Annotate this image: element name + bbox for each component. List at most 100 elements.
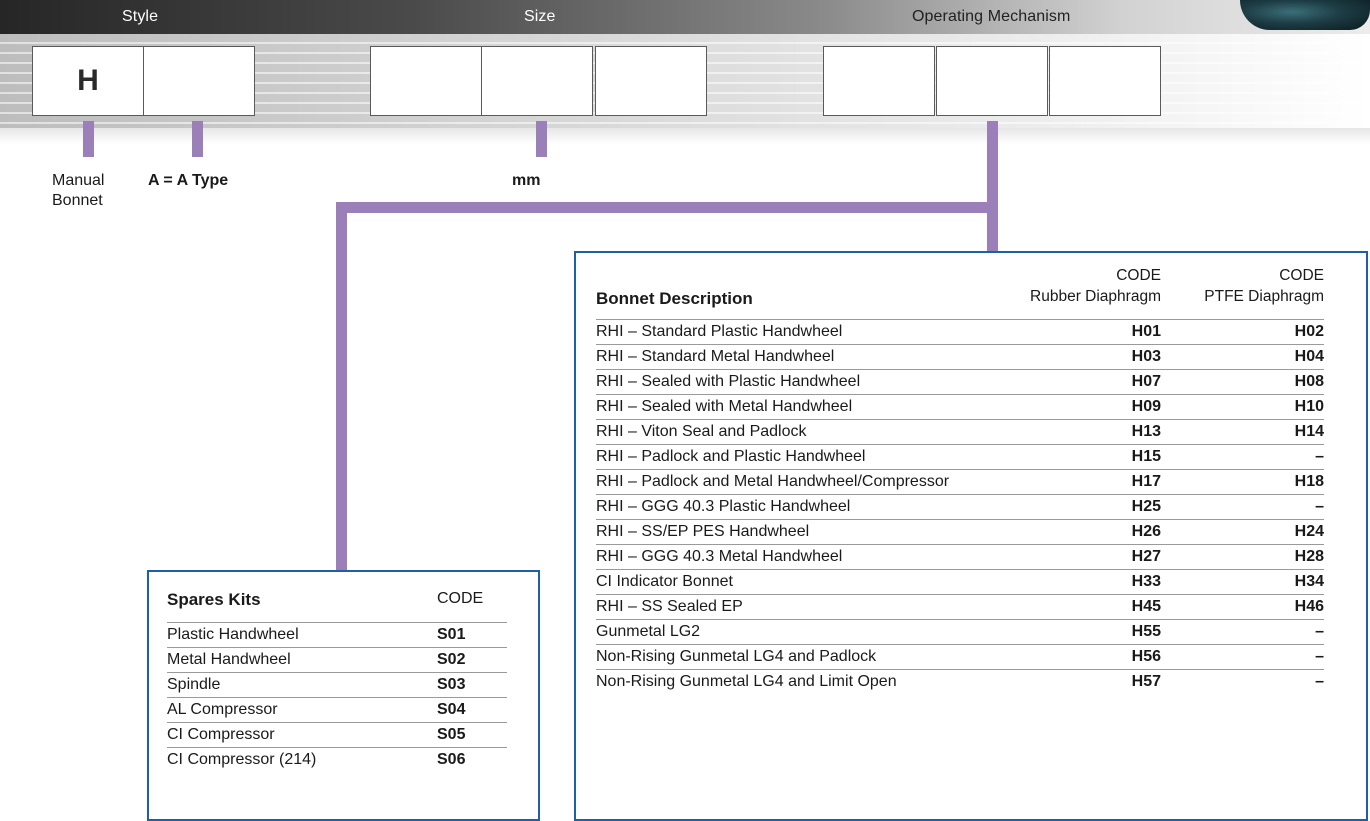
spares-description-cell: CI Compressor (214) [167, 751, 317, 768]
ptfe-code-cell: – [1315, 498, 1324, 515]
ptfe-code-cell: H28 [1294, 548, 1324, 565]
valve-photo [1240, 0, 1370, 30]
bonnet-description-cell: RHI – Standard Metal Handwheel [596, 348, 835, 365]
spares-description-cell: AL Compressor [167, 701, 278, 718]
rubber-code-header: CODE Rubber Diaphragm [1030, 265, 1161, 307]
ptfe-code-cell: H14 [1294, 423, 1324, 440]
ptfe-code-cell: H08 [1294, 373, 1324, 390]
spares-code-label: CODE [437, 590, 484, 607]
bonnet-description-cell: RHI – SS Sealed EP [596, 598, 743, 615]
manual-bonnet-line-2: Bonnet [52, 192, 103, 209]
bonnet-description-cell: RHI – GGG 40.3 Plastic Handwheel [596, 498, 851, 515]
code-strip-fade [0, 128, 1370, 144]
table-row: AL Compressor S04 [167, 698, 507, 723]
spares-table-header: Spares Kits CODE [167, 590, 507, 616]
mechanism-code-box-3[interactable] [1049, 46, 1161, 116]
table-row: Spindle S03 [167, 673, 507, 698]
bonnet-description-cell: CI Indicator Bonnet [596, 573, 733, 590]
bonnet-table-body: RHI – Standard Plastic Handwheel H01 H02 RH… [596, 319, 1324, 694]
connector-mechanism-vertical [987, 121, 998, 251]
table-row: RHI – Padlock and Plastic Handwheel H15 – [596, 445, 1324, 470]
table-row: RHI – Standard Plastic Handwheel H01 H02 [596, 320, 1324, 345]
table-row: RHI – GGG 40.3 Metal Handwheel H27 H28 [596, 545, 1324, 570]
bonnet-table-header: Bonnet Description CODE Rubber Diaphragm… [596, 265, 1324, 309]
ptfe-code-cell: – [1315, 623, 1324, 640]
spares-code-cell: S01 [437, 626, 466, 643]
table-row: RHI – SS Sealed EP H45 H46 [596, 595, 1324, 620]
bonnet-description-cell: RHI – Sealed with Metal Handwheel [596, 398, 853, 415]
ptfe-code-cell: – [1315, 648, 1324, 665]
ptfe-code-cell: H18 [1294, 473, 1324, 490]
ptfe-diaphragm-label: PTFE Diaphragm [1204, 288, 1324, 305]
mm-caption: mm [512, 172, 541, 189]
rubber-code-label: CODE [1116, 267, 1161, 284]
manual-bonnet-caption: Manual Bonnet [52, 171, 104, 211]
table-row: Plastic Handwheel S01 [167, 623, 507, 648]
table-row: RHI – Standard Metal Handwheel H03 H04 [596, 345, 1324, 370]
bonnet-description-cell: RHI – SS/EP PES Handwheel [596, 523, 810, 540]
spares-code-cell: S06 [437, 751, 466, 768]
ptfe-code-cell: H34 [1294, 573, 1324, 590]
ptfe-code-cell: – [1315, 448, 1324, 465]
rubber-code-cell: H27 [1131, 548, 1161, 565]
table-row: CI Compressor S05 [167, 723, 507, 748]
rubber-code-cell: H57 [1131, 673, 1161, 690]
bonnet-description-panel: Bonnet Description CODE Rubber Diaphragm… [574, 251, 1368, 821]
connector-size [536, 121, 547, 157]
size-code-box-2[interactable] [481, 46, 593, 116]
spares-table-body: Plastic Handwheel S01 Metal Handwheel S02 Sp… [167, 622, 507, 772]
a-type-caption: A = A Type [148, 172, 229, 189]
rubber-diaphragm-label: Rubber Diaphragm [1030, 288, 1161, 305]
style-code-box-1[interactable]: H [32, 46, 144, 116]
table-row: RHI – GGG 40.3 Plastic Handwheel H25 – [596, 495, 1324, 520]
table-row: CI Compressor (214) S06 [167, 748, 507, 772]
ptfe-code-cell: – [1315, 673, 1324, 690]
connector-style-1 [83, 121, 94, 157]
size-label: Size [524, 8, 556, 25]
table-row: RHI – Viton Seal and Padlock H13 H14 [596, 420, 1324, 445]
rubber-code-cell: H26 [1131, 523, 1161, 540]
rubber-code-cell: H55 [1131, 623, 1161, 640]
operating-mechanism-label: Operating Mechanism [912, 8, 1071, 25]
table-row: RHI – Sealed with Metal Handwheel H09 H10 [596, 395, 1324, 420]
rubber-code-cell: H15 [1131, 448, 1161, 465]
connector-mechanism-horizontal [336, 202, 998, 213]
mechanism-code-box-2[interactable] [936, 46, 1048, 116]
style-code-box-2[interactable] [143, 46, 255, 116]
ptfe-code-label: CODE [1279, 267, 1324, 284]
size-code-box-3[interactable] [595, 46, 707, 116]
rubber-code-cell: H56 [1131, 648, 1161, 665]
bonnet-description-cell: Non-Rising Gunmetal LG4 and Padlock [596, 648, 877, 665]
rubber-code-cell: H33 [1131, 573, 1161, 590]
connector-style-2 [192, 121, 203, 157]
spares-kits-panel: Spares Kits CODE Plastic Handwheel S01 Met… [147, 570, 540, 821]
rubber-code-cell: H03 [1131, 348, 1161, 365]
size-code-box-1[interactable] [370, 46, 482, 116]
bonnet-description-cell: RHI – Padlock and Plastic Handwheel [596, 448, 866, 465]
bonnet-description-cell: RHI – GGG 40.3 Metal Handwheel [596, 548, 843, 565]
bonnet-description-cell: RHI – Sealed with Plastic Handwheel [596, 373, 861, 390]
table-row: Metal Handwheel S02 [167, 648, 507, 673]
spares-description-cell: Metal Handwheel [167, 651, 291, 668]
table-row: RHI – Sealed with Plastic Handwheel H07 H0… [596, 370, 1324, 395]
spares-code-cell: S04 [437, 701, 466, 718]
spares-description-cell: Plastic Handwheel [167, 626, 299, 643]
rubber-code-cell: H09 [1131, 398, 1161, 415]
ptfe-code-cell: H46 [1294, 598, 1324, 615]
rubber-code-cell: H45 [1131, 598, 1161, 615]
rubber-code-cell: H25 [1131, 498, 1161, 515]
mechanism-code-box-1[interactable] [823, 46, 935, 116]
rubber-code-cell: H07 [1131, 373, 1161, 390]
manual-bonnet-line-1: Manual [52, 172, 105, 189]
ptfe-code-cell: H10 [1294, 398, 1324, 415]
rubber-code-cell: H17 [1131, 473, 1161, 490]
table-row: RHI – Padlock and Metal Handwheel/Compre… [596, 470, 1324, 495]
spares-title: Spares Kits [167, 590, 261, 609]
bonnet-description-cell: RHI – Standard Plastic Handwheel [596, 323, 843, 340]
table-row: Non-Rising Gunmetal LG4 and Limit Open H5… [596, 670, 1324, 694]
bonnet-title: Bonnet Description [596, 289, 753, 308]
style-label: Style [122, 8, 159, 25]
header-band [0, 0, 1370, 34]
table-row: CI Indicator Bonnet H33 H34 [596, 570, 1324, 595]
bonnet-description-cell: RHI – Padlock and Metal Handwheel/Compre… [596, 473, 950, 490]
